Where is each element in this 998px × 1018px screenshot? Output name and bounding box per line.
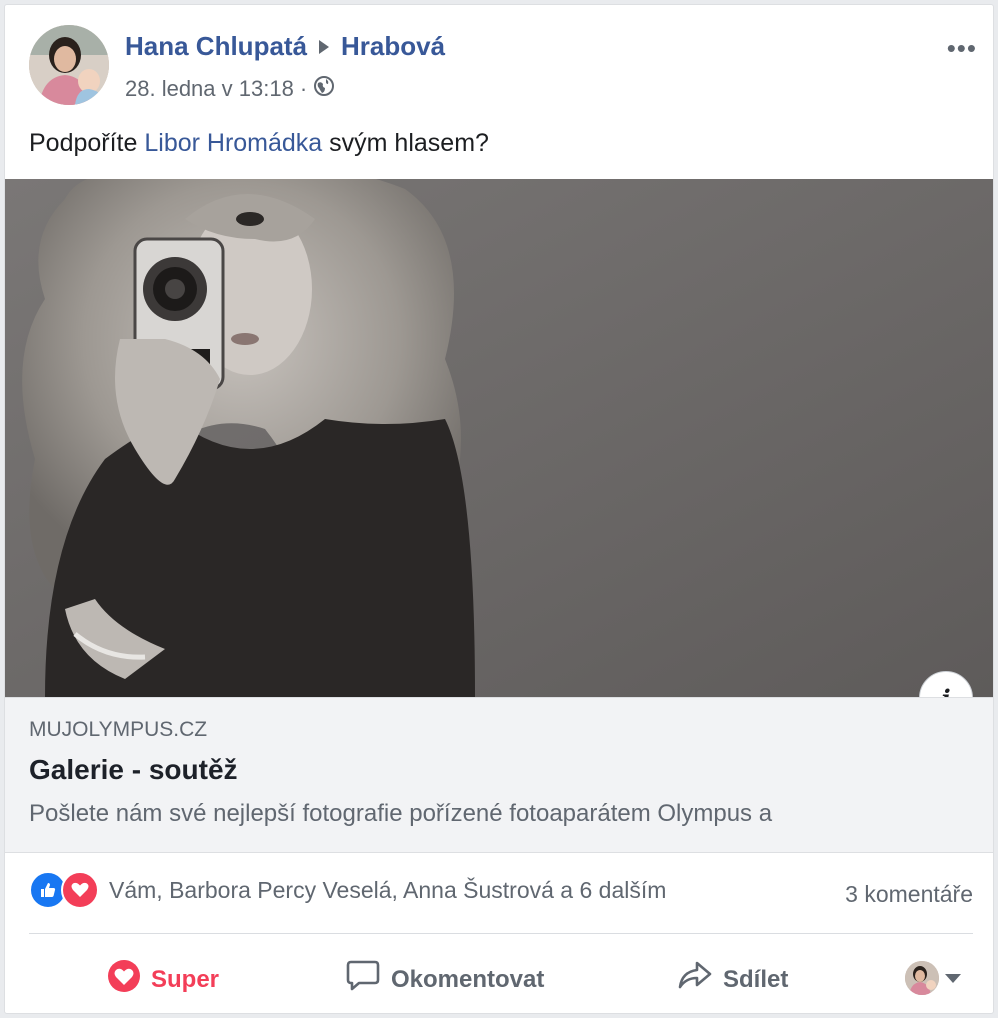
link-domain: MUJOLYMPUS.CZ xyxy=(29,718,208,741)
arrow-right-icon xyxy=(319,39,330,54)
link-preview-image[interactable] xyxy=(5,179,993,697)
author-avatar[interactable] xyxy=(29,25,109,105)
comments-count-link[interactable]: 3 komentáře xyxy=(845,881,973,908)
more-options-button[interactable]: ••• xyxy=(947,33,977,64)
reactions-text[interactable]: Vám, Barbora Percy Veselá, Anna Šustrová… xyxy=(109,877,666,904)
actor-selector[interactable] xyxy=(905,961,961,995)
post-card: Hana Chlupatá Hrabová 28. ledna v 13:18 … xyxy=(4,4,994,1014)
author-name-link[interactable]: Hana Chlupatá xyxy=(125,31,307,62)
link-preview[interactable]: MUJOLYMPUS.CZ Galerie - soutěž Pošlete n… xyxy=(5,697,993,853)
comment-label: Okomentovat xyxy=(391,965,545,993)
comment-button[interactable]: Okomentovat xyxy=(345,959,544,1000)
globe-icon[interactable] xyxy=(313,75,335,103)
post-text: Podpoříte Libor Hromádka svým hlasem? xyxy=(29,129,489,158)
super-label: Super xyxy=(151,965,220,993)
reactions-summary[interactable]: Vám, Barbora Percy Veselá, Anna Šustrová… xyxy=(29,871,666,909)
post-timestamp[interactable]: 28. ledna v 13:18 xyxy=(125,76,294,102)
post-meta: 28. ledna v 13:18 · xyxy=(125,75,335,103)
comment-bubble-icon xyxy=(345,959,381,1000)
action-bar: Super Okomentovat Sdílet xyxy=(5,945,993,1007)
share-label: Sdílet xyxy=(723,965,789,993)
share-button[interactable]: Sdílet xyxy=(677,959,788,1000)
chevron-down-icon xyxy=(945,973,961,983)
link-description: Pošlete nám své nejlepší fotografie poří… xyxy=(29,800,773,827)
love-icon xyxy=(61,871,99,909)
post-header-names: Hana Chlupatá Hrabová xyxy=(125,31,445,62)
post-text-end: svým hlasem? xyxy=(322,129,489,157)
meta-separator: · xyxy=(299,76,308,101)
heart-icon xyxy=(107,959,141,1000)
target-page-link[interactable]: Hrabová xyxy=(341,31,445,62)
super-button[interactable]: Super xyxy=(107,959,219,1000)
divider xyxy=(29,933,973,934)
share-arrow-icon xyxy=(677,959,713,1000)
actor-avatar xyxy=(905,961,939,995)
link-title: Galerie - soutěž xyxy=(29,754,238,785)
post-text-start: Podpoříte xyxy=(29,129,145,157)
mention-link[interactable]: Libor Hromádka xyxy=(144,129,322,157)
